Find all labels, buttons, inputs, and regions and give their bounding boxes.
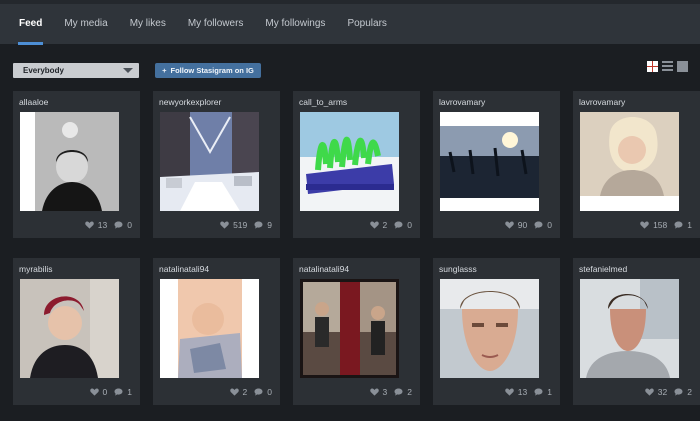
card-stats: 0 1: [89, 387, 132, 397]
caret-down-icon: [123, 68, 133, 73]
like-count: 158: [653, 220, 668, 230]
feed-card[interactable]: allaaloe 13 0: [13, 91, 140, 238]
card-stats: 90 0: [505, 220, 552, 230]
comment-count: 0: [267, 387, 272, 397]
heart-icon[interactable]: [505, 221, 514, 229]
like-count: 519: [233, 220, 248, 230]
follow-stasigram-button[interactable]: + Follow Stasigram on IG: [155, 63, 261, 78]
comment-icon[interactable]: [114, 221, 123, 229]
feed-card[interactable]: myrabilis 0 1: [13, 258, 140, 405]
card-username[interactable]: lavrovamary: [439, 97, 485, 107]
like-count: 3: [382, 387, 388, 397]
tab-my-followings[interactable]: My followings: [254, 4, 336, 44]
comment-icon[interactable]: [534, 388, 543, 396]
feed-card[interactable]: sunglasss 13 1: [433, 258, 560, 405]
comment-count: 9: [267, 220, 272, 230]
card-stats: 32 2: [645, 387, 692, 397]
like-count: 32: [657, 387, 668, 397]
card-photo[interactable]: [160, 279, 259, 378]
like-count: 0: [102, 387, 108, 397]
card-stats: 2 0: [229, 387, 272, 397]
grid-view-icon[interactable]: [647, 61, 658, 72]
tab-my-followers[interactable]: My followers: [177, 4, 255, 44]
card-username[interactable]: natalinatali94: [299, 264, 349, 274]
tab-my-likes[interactable]: My likes: [119, 4, 177, 44]
feed-card[interactable]: lavrovamary 158 1: [573, 91, 700, 238]
card-photo[interactable]: [580, 112, 679, 211]
heart-icon[interactable]: [85, 221, 94, 229]
card-stats: 13 1: [505, 387, 552, 397]
single-view-icon[interactable]: [677, 61, 688, 72]
audience-filter-dropdown[interactable]: Everybody: [13, 63, 139, 78]
card-photo[interactable]: [300, 279, 399, 378]
feed-card[interactable]: newyorkexplorer 519 9: [153, 91, 280, 238]
card-username[interactable]: sunglasss: [439, 264, 477, 274]
top-nav-bar: Feed My media My likes My followers My f…: [0, 0, 700, 45]
card-photo[interactable]: [300, 112, 399, 211]
card-username[interactable]: newyorkexplorer: [159, 97, 221, 107]
nav-tabs: Feed My media My likes My followers My f…: [0, 4, 700, 45]
heart-icon[interactable]: [229, 388, 239, 396]
comment-icon[interactable]: [254, 221, 263, 229]
card-stats: 519 9: [220, 220, 272, 230]
comment-count: 1: [127, 387, 132, 397]
comment-count: 2: [407, 387, 412, 397]
feed-card[interactable]: natalinatali94 2 0: [153, 258, 280, 405]
tab-feed[interactable]: Feed: [8, 4, 53, 45]
like-count: 2: [242, 387, 248, 397]
card-username[interactable]: lavrovamary: [579, 97, 625, 107]
follow-button-label: Follow Stasigram on IG: [170, 66, 254, 75]
heart-icon[interactable]: [640, 221, 649, 229]
heart-icon[interactable]: [369, 388, 379, 396]
view-mode-toggle: [647, 61, 688, 72]
comment-count: 2: [687, 387, 692, 397]
card-username[interactable]: natalinatali94: [159, 264, 209, 274]
comment-icon[interactable]: [674, 388, 683, 396]
card-username[interactable]: call_to_arms: [299, 97, 347, 107]
comment-icon[interactable]: [394, 388, 403, 396]
card-photo[interactable]: [440, 279, 539, 378]
comment-icon[interactable]: [534, 221, 543, 229]
heart-icon[interactable]: [89, 388, 99, 396]
card-photo[interactable]: [580, 279, 679, 378]
heart-icon[interactable]: [220, 221, 229, 229]
comment-icon[interactable]: [674, 221, 683, 229]
like-count: 2: [382, 220, 388, 230]
heart-icon[interactable]: [645, 388, 654, 396]
feed-controls: Everybody + Follow Stasigram on IG: [13, 61, 688, 79]
like-count: 13: [97, 220, 108, 230]
card-stats: 2 0: [369, 220, 412, 230]
comment-count: 1: [687, 220, 692, 230]
card-photo[interactable]: [20, 279, 119, 378]
comment-icon[interactable]: [254, 388, 263, 396]
card-stats: 3 2: [369, 387, 412, 397]
comment-count: 1: [547, 387, 552, 397]
card-username[interactable]: allaaloe: [19, 97, 48, 107]
comment-count: 0: [407, 220, 412, 230]
card-photo[interactable]: [160, 112, 259, 211]
feed-card[interactable]: natalinatali94 3 2: [293, 258, 420, 405]
comment-count: 0: [127, 220, 132, 230]
list-view-icon[interactable]: [662, 61, 673, 72]
feed-card[interactable]: call_to_arms 2 0: [293, 91, 420, 238]
like-count: 13: [517, 387, 528, 397]
card-stats: 13 0: [85, 220, 132, 230]
card-photo[interactable]: [20, 112, 119, 211]
like-count: 90: [517, 220, 528, 230]
heart-icon[interactable]: [505, 388, 514, 396]
feed-card[interactable]: stefanielmed 32 2: [573, 258, 700, 405]
comment-icon[interactable]: [394, 221, 403, 229]
plus-icon: +: [162, 66, 167, 75]
card-username[interactable]: stefanielmed: [579, 264, 627, 274]
audience-filter-value: Everybody: [23, 66, 64, 75]
card-photo[interactable]: [440, 112, 539, 211]
card-stats: 158 1: [640, 220, 692, 230]
heart-icon[interactable]: [369, 221, 379, 229]
card-username[interactable]: myrabilis: [19, 264, 53, 274]
tab-my-media[interactable]: My media: [53, 4, 118, 44]
tab-populars[interactable]: Populars: [336, 4, 397, 44]
comment-icon[interactable]: [114, 388, 123, 396]
feed-card[interactable]: lavrovamary 90 0: [433, 91, 560, 238]
comment-count: 0: [547, 220, 552, 230]
